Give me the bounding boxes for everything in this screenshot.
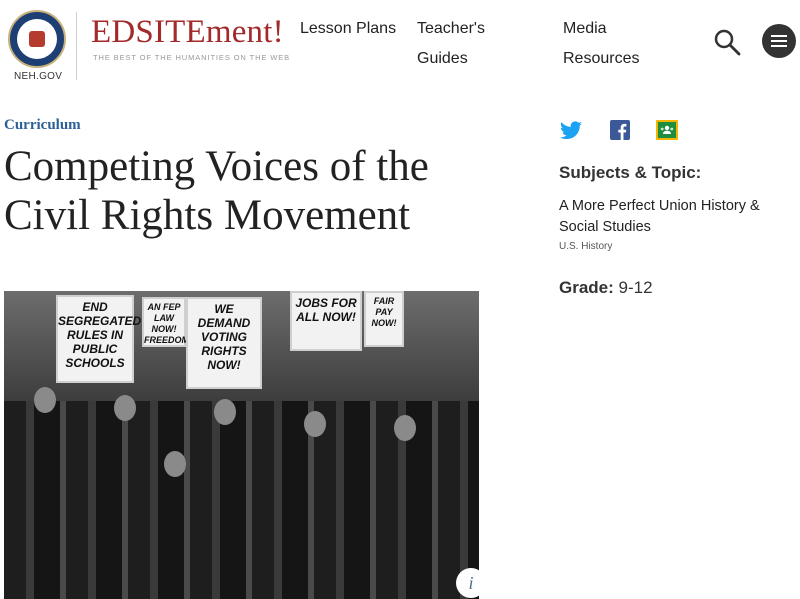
hero-image: END SEGREGATED RULES IN PUBLIC SCHOOLS A… [4,291,479,599]
marcher [114,395,136,421]
category-label[interactable]: Curriculum [4,117,81,134]
subjects-topic-link[interactable]: A More Perfect Union History & Social St… [559,196,779,238]
edsitement-logo[interactable]: EDSITEment! [91,14,284,51]
subjects-heading: Subjects & Topic: [559,163,702,182]
protest-sign: END SEGREGATED RULES IN PUBLIC SCHOOLS [56,295,141,383]
nav-lesson-plans[interactable]: Lesson Plans [300,14,410,44]
protest-sign: FAIR PAY NOW! [364,291,404,347]
twitter-icon[interactable] [559,118,583,142]
neh-label[interactable]: NEH.GOV [14,71,62,82]
grade-label: Grade: [559,278,614,297]
marcher [394,415,416,441]
subject-us-history-link[interactable]: U.S. History [559,241,612,252]
protest-sign: AN FEP LAW NOW! FREEDOM [142,297,189,347]
grade-level: Grade: 9-12 [559,278,653,298]
neh-seal-logo[interactable] [8,10,66,68]
google-classroom-icon[interactable] [655,118,679,142]
image-info-button[interactable]: i [456,568,486,598]
seal-inner [17,19,57,59]
nav-media-resources[interactable]: Media Resources [563,14,673,74]
hamburger-menu-icon[interactable] [762,24,796,58]
eagle-icon [29,31,45,47]
marcher [164,451,186,477]
facebook-icon[interactable] [608,118,632,142]
site-header: NEH.GOV EDSITEment! THE BEST OF THE HUMA… [0,0,800,90]
marcher [34,387,56,413]
marcher [214,399,236,425]
protest-sign: WE DEMAND VOTING RIGHTS NOW! [186,297,262,389]
nav-teachers-guides[interactable]: Teacher's Guides [417,14,527,74]
page-title: Competing Voices of the Civil Rights Mov… [4,143,429,239]
grade-value: 9-12 [618,278,653,297]
logo-tagline: THE BEST OF THE HUMANITIES ON THE WEB [93,53,291,62]
marcher [304,411,326,437]
protest-sign: JOBS FOR ALL NOW! [290,291,362,351]
header-divider [76,12,77,80]
search-icon[interactable] [713,28,741,56]
